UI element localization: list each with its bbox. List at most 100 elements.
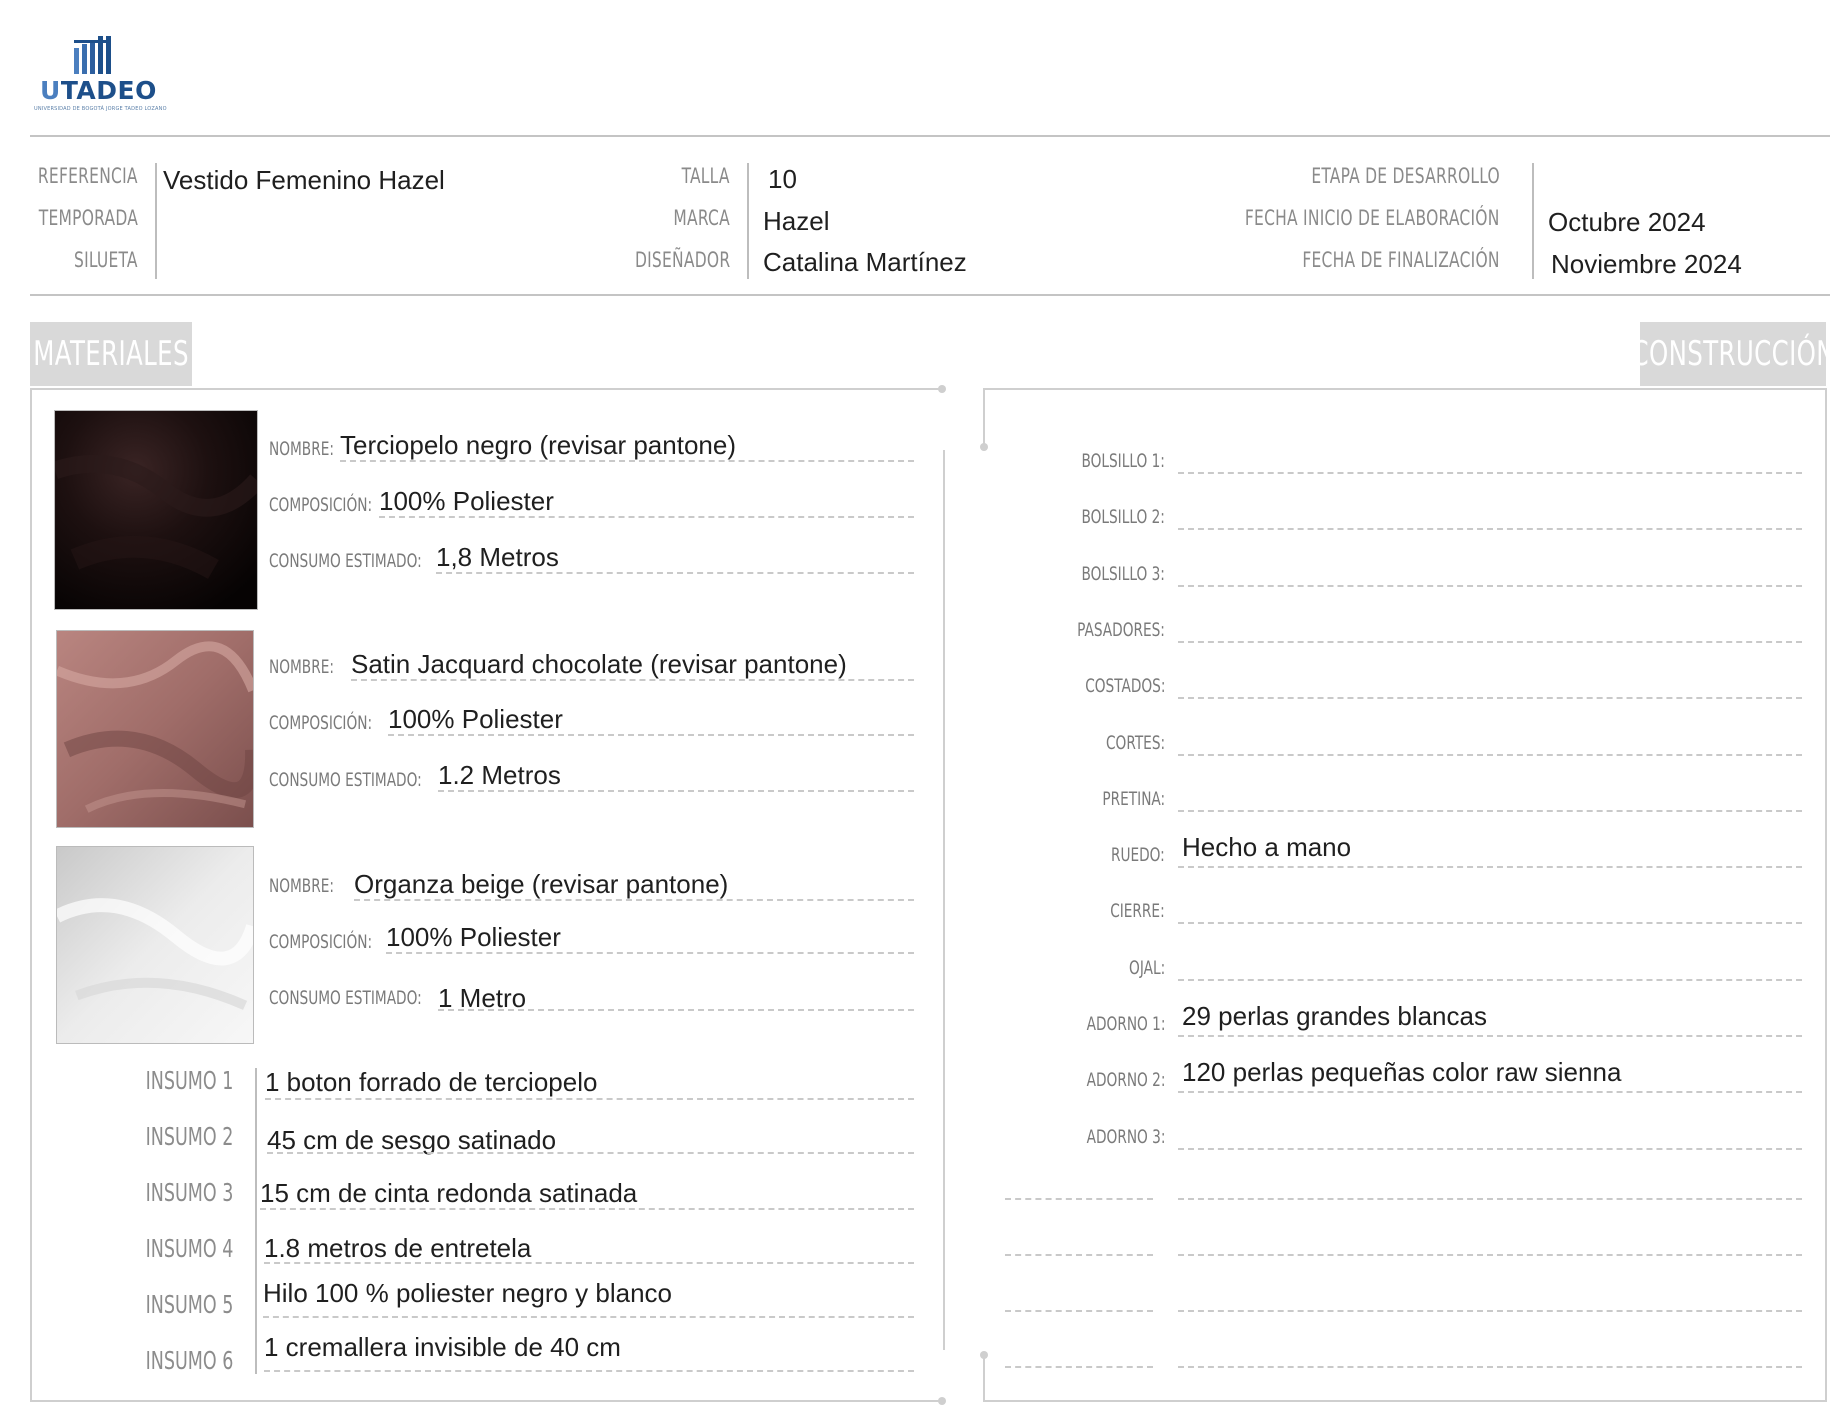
blank-label-line: [1005, 1254, 1153, 1256]
insumo-5-label: INSUMO 5: [145, 1290, 233, 1319]
material-1-nombre: Terciopelo negro (revisar pantone): [340, 430, 736, 460]
material-3-nombre-label: NOMBRE:: [269, 875, 334, 897]
material-1-nombre-label: NOMBRE:: [269, 438, 334, 460]
construccion-row-line: [1178, 472, 1802, 474]
material-3-consumo-line: [438, 1009, 914, 1011]
talla-value: 10: [768, 164, 797, 194]
materiales-inner-divider: [943, 450, 945, 1350]
material-2-consumo: 1.2 Metros: [438, 760, 561, 790]
material-3-composicion-label: COMPOSICIÓN:: [269, 931, 373, 953]
material-2-consumo-label: CONSUMO ESTIMADO:: [269, 769, 422, 791]
construccion-row-label: CORTES:: [1105, 732, 1165, 754]
insumo-3-line: [260, 1208, 914, 1210]
insumo-4-value: 1.8 metros de entretela: [264, 1233, 532, 1263]
insumo-2-line: [267, 1152, 914, 1154]
blank-value-line: [1178, 1198, 1802, 1200]
material-3-consumo-label: CONSUMO ESTIMADO:: [269, 987, 422, 1009]
construccion-row-label: RUEDO:: [1111, 844, 1165, 866]
insumo-5-line: [263, 1316, 914, 1318]
construccion-row-line: [1178, 1035, 1802, 1037]
blank-label-line: [1005, 1310, 1153, 1312]
organza-swatch-image: [56, 846, 254, 1044]
material-3-composicion-line: [386, 952, 914, 954]
material-3-nombre: Organza beige (revisar pantone): [354, 869, 729, 899]
blank-value-line: [1178, 1310, 1802, 1312]
material-1-consumo: 1,8 Metros: [436, 542, 559, 572]
construccion-row-label: ADORNO 3:: [1086, 1126, 1165, 1148]
insumo-5-value: Hilo 100 % poliester negro y blanco: [263, 1278, 673, 1308]
construccion-row-label: PASADORES:: [1077, 619, 1165, 641]
insumo-4-line: [264, 1262, 914, 1264]
construccion-row-label: BOLSILLO 2:: [1081, 506, 1165, 528]
construccion-row-line: [1178, 585, 1802, 587]
referencia-label: REFERENCIA: [38, 164, 138, 188]
header-bottom-rule: [30, 294, 1830, 296]
referencia-value: Vestido Femenino Hazel: [163, 165, 445, 195]
material-2-consumo-line: [438, 790, 914, 792]
construccion-panel: [983, 388, 1827, 1402]
construccion-row-line: [1178, 641, 1802, 643]
logo-subtitle: UNIVERSIDAD DE BOGOTÁ JORGE TADEO LOZANO: [34, 106, 167, 112]
disenador-label: DISEÑADOR: [634, 248, 730, 272]
fecha-inicio-value: Octubre 2024: [1548, 207, 1706, 237]
etapa-label: ETAPA DE DESARROLLO: [1311, 164, 1500, 188]
material-2-nombre-line: [351, 679, 914, 681]
construccion-row-value: Hecho a mano: [1182, 832, 1352, 862]
panel-corner-dot: [980, 443, 988, 451]
construccion-row-line: [1178, 1091, 1802, 1093]
blank-value-line: [1178, 1254, 1802, 1256]
insumo-1-label: INSUMO 1: [145, 1066, 233, 1095]
construccion-row-label: PRETINA:: [1102, 788, 1165, 810]
construccion-row-line: [1178, 922, 1802, 924]
construccion-tab: CONSTRUCCIÓN: [1631, 322, 1834, 386]
material-3-composicion: 100% Poliester: [386, 922, 561, 952]
material-2-nombre: Satin Jacquard chocolate (revisar panton…: [351, 649, 847, 679]
header-separator-3: [1532, 163, 1534, 279]
construccion-left-edge-bottom: [983, 1355, 985, 1402]
construccion-row-label: BOLSILLO 3:: [1081, 563, 1165, 585]
header-separator-2: [747, 163, 749, 279]
construccion-row-line: [1178, 754, 1802, 756]
construccion-row-line: [1178, 866, 1802, 868]
construccion-row-label: ADORNO 2:: [1086, 1069, 1165, 1091]
silueta-label: SILUETA: [74, 248, 138, 272]
marca-label: MARCA: [673, 206, 730, 230]
material-1-consumo-label: CONSUMO ESTIMADO:: [269, 550, 422, 572]
insumo-6-line: [264, 1370, 914, 1372]
construccion-row-line: [1178, 1148, 1802, 1150]
blank-label-line: [1005, 1366, 1153, 1368]
satin-jacquard-swatch-image: [56, 630, 254, 828]
construccion-row-label: OJAL:: [1128, 957, 1165, 979]
construccion-row-label: ADORNO 1:: [1086, 1013, 1165, 1035]
construccion-left-edge-top: [983, 388, 985, 448]
temporada-label: TEMPORADA: [38, 206, 138, 230]
marca-value: Hazel: [763, 206, 830, 236]
header-top-rule: [30, 135, 1830, 137]
disenador-value: Catalina Martínez: [763, 247, 967, 277]
material-1-composicion: 100% Poliester: [379, 486, 554, 516]
fecha-inicio-label: FECHA INICIO DE ELABORACIÓN: [1245, 206, 1500, 230]
insumo-2-label: INSUMO 2: [145, 1122, 233, 1151]
material-2-composicion-label: COMPOSICIÓN:: [269, 712, 373, 734]
material-1-consumo-line: [436, 572, 914, 574]
talla-label: TALLA: [681, 164, 730, 188]
materiales-tab: MATERIALES: [30, 322, 192, 386]
insumo-1-value: 1 boton forrado de terciopelo: [265, 1067, 598, 1097]
construccion-row-line: [1178, 810, 1802, 812]
insumos-separator: [255, 1068, 257, 1374]
panel-corner-dot: [938, 1397, 946, 1405]
blank-label-line: [1005, 1198, 1153, 1200]
material-2-nombre-label: NOMBRE:: [269, 656, 334, 678]
panel-corner-dot: [938, 385, 946, 393]
logo-bars-icon: [74, 36, 111, 74]
terciopelo-swatch-image: [54, 410, 258, 610]
insumo-4-label: INSUMO 4: [145, 1234, 233, 1263]
header-separator-1: [155, 163, 157, 279]
material-1-composicion-label: COMPOSICIÓN:: [269, 494, 373, 516]
logo-wordmark: UTADEO: [40, 76, 157, 105]
construccion-row-label: CIERRE:: [1110, 900, 1165, 922]
construccion-row-value: 120 perlas pequeñas color raw sienna: [1182, 1057, 1622, 1087]
material-2-composicion-line: [388, 734, 914, 736]
material-1-nombre-line: [340, 460, 914, 462]
construccion-row-label: COSTADOS:: [1084, 675, 1165, 697]
